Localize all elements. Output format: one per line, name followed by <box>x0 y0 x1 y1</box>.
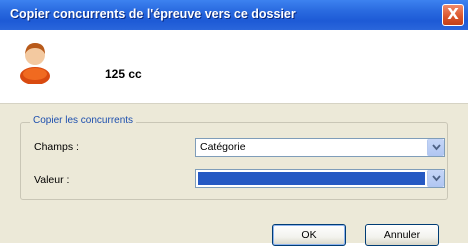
close-button[interactable]: X <box>442 4 464 26</box>
champs-label: Champs : <box>34 141 79 153</box>
champs-value: Catégorie <box>200 141 246 153</box>
valeur-selection-highlight <box>198 172 425 185</box>
title-bar[interactable]: Copier concurrents de l'épreuve vers ce … <box>0 0 468 30</box>
dialog-window: Copier concurrents de l'épreuve vers ce … <box>0 0 468 246</box>
champs-select[interactable]: Catégorie <box>195 138 445 157</box>
valeur-dropdown-button[interactable] <box>427 170 444 187</box>
chevron-down-icon <box>432 144 441 151</box>
copy-group-box <box>20 122 448 200</box>
header-band: 125 cc <box>0 30 468 104</box>
valeur-select[interactable] <box>195 169 445 188</box>
window-title: Copier concurrents de l'épreuve vers ce … <box>10 7 296 21</box>
valeur-label: Valeur : <box>34 174 70 186</box>
group-legend: Copier les concurrents <box>30 115 137 126</box>
chevron-down-icon <box>432 175 441 182</box>
user-icon <box>20 43 50 84</box>
header-label: 125 cc <box>105 67 142 81</box>
champs-dropdown-button[interactable] <box>427 139 444 156</box>
